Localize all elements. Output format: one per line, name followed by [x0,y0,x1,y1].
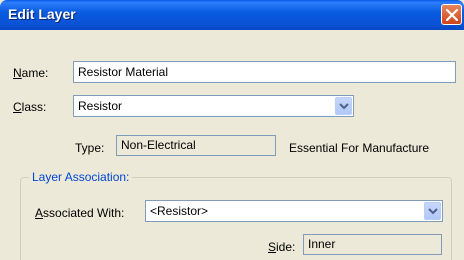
side-value: Inner [308,237,336,251]
name-field[interactable]: Resistor Material [73,61,456,83]
class-dropdown-button[interactable] [335,97,352,115]
dialog-body: Name: Resistor Material Class: Resistor … [0,30,464,260]
associated-with-dropdown-button[interactable] [424,202,441,220]
side-field: Inner [303,234,442,255]
associated-with-value: <Resistor> [150,204,209,218]
window-title: Edit Layer [8,6,76,22]
class-label: Class: [13,100,47,114]
name-label: Name: [13,66,49,80]
side-label: Side: [268,240,296,254]
type-field: Non-Electrical [116,135,276,156]
type-label: Type: [75,141,105,155]
class-dropdown[interactable]: Resistor [73,95,354,117]
close-button[interactable] [441,4,462,25]
chevron-down-icon [339,103,349,110]
associated-with-label: Associated With: [35,206,125,220]
class-dropdown-value: Resistor [78,99,123,113]
title-bar: Edit Layer [0,0,464,30]
associated-with-dropdown[interactable]: <Resistor> [145,200,443,222]
type-value: Non-Electrical [121,138,196,152]
name-field-value: Resistor Material [78,65,169,79]
chevron-down-icon [428,208,438,215]
close-icon [446,9,458,21]
layer-association-legend: Layer Association: [29,170,133,184]
essential-label: Essential For Manufacture [289,141,430,155]
